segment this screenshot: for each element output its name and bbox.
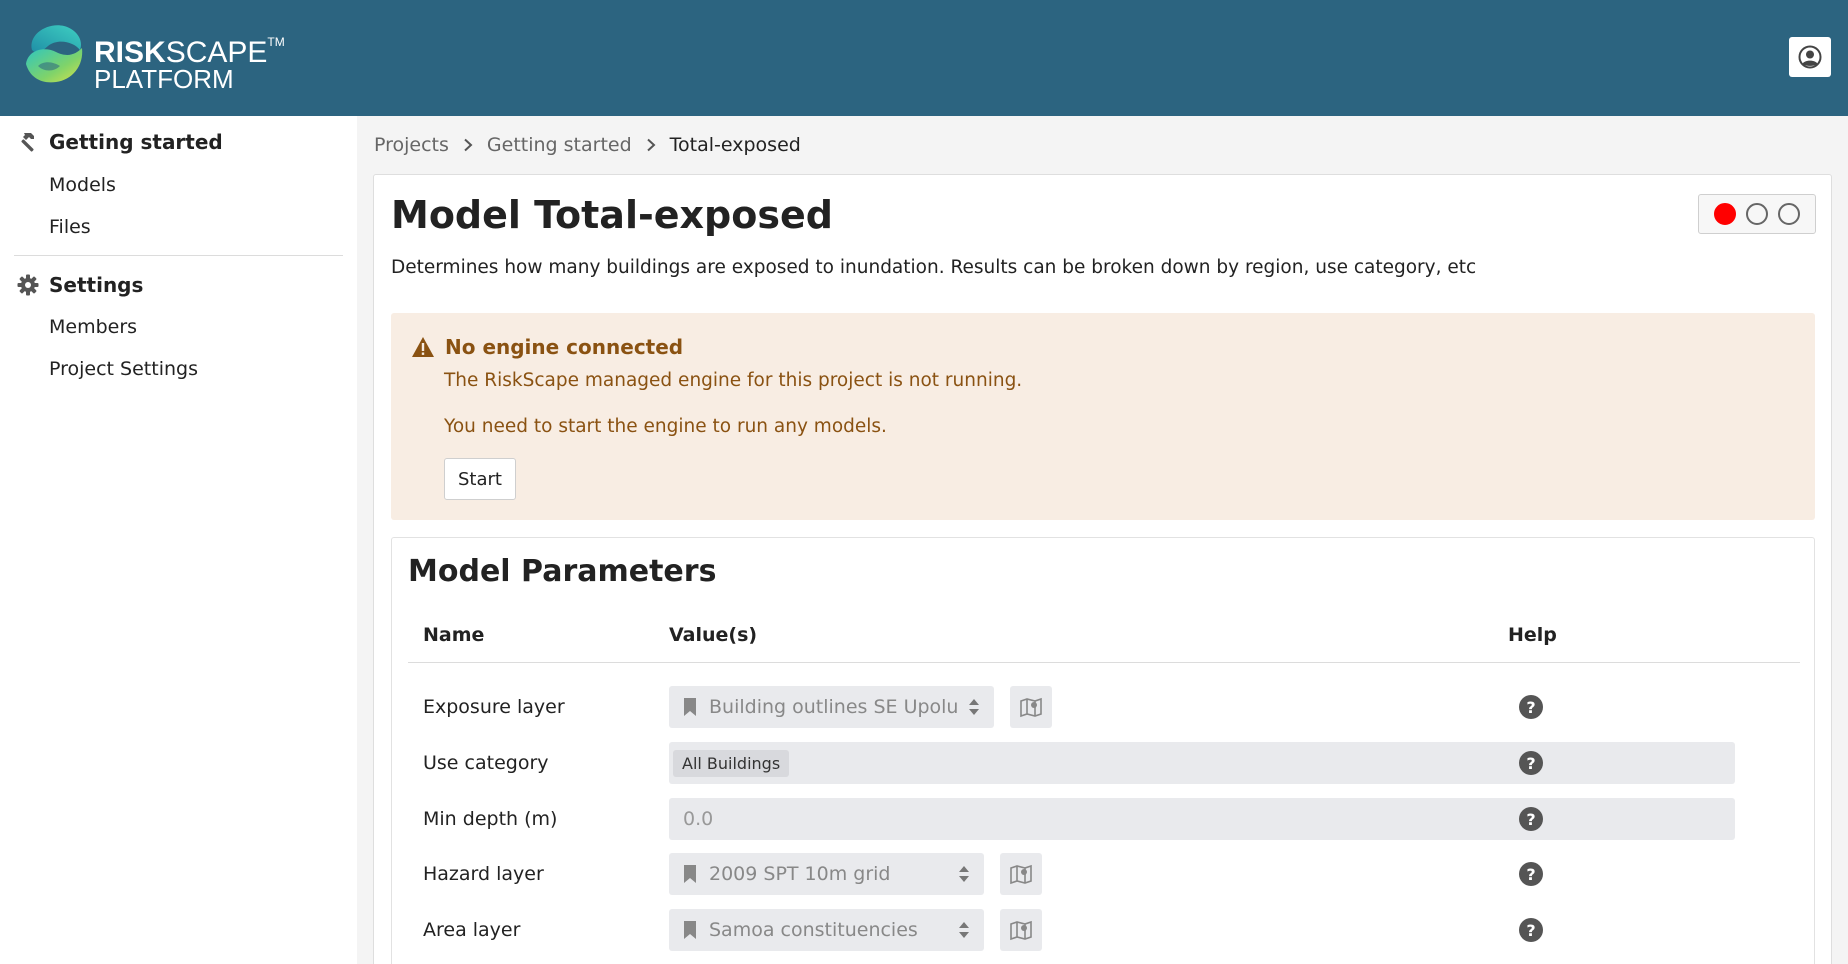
use-category-field[interactable]: All Buildings	[669, 742, 1735, 784]
breadcrumb: Projects Getting started Total-exposed	[374, 134, 801, 156]
sidebar-item-models[interactable]: Models	[49, 174, 116, 196]
status-dot-empty-icon	[1778, 203, 1800, 225]
help-icon[interactable]: ?	[1519, 918, 1543, 942]
bookmark-icon	[683, 920, 697, 940]
chevron-right-icon	[463, 138, 473, 152]
model-parameters-panel: Model Parameters Name Value(s) Help Expo…	[391, 537, 1815, 964]
warning-triangle-icon	[411, 336, 435, 358]
param-label-min-depth: Min depth (m)	[423, 808, 558, 830]
gear-icon	[15, 273, 41, 297]
header-divider	[408, 662, 1800, 663]
warning-message-1: The RiskScape managed engine for this pr…	[444, 370, 1023, 391]
model-card: Model Total-exposed Determines how many …	[373, 174, 1832, 964]
sidebar-section-label: Getting started	[49, 130, 223, 154]
min-depth-value: 0.0	[683, 808, 714, 830]
column-header-values: Value(s)	[669, 624, 758, 646]
sidebar-item-project-settings[interactable]: Project Settings	[49, 358, 198, 380]
top-header: RISKSCAPETM PLATFORM	[0, 0, 1848, 116]
sidebar-divider	[14, 255, 343, 256]
sidebar-section-getting-started[interactable]: Getting started	[15, 130, 223, 154]
area-layer-select[interactable]: Samoa constituencies	[669, 909, 984, 951]
status-dot-empty-icon	[1746, 203, 1768, 225]
use-category-tag[interactable]: All Buildings	[673, 749, 790, 777]
chevron-right-icon	[646, 138, 656, 152]
help-icon[interactable]: ?	[1519, 695, 1543, 719]
breadcrumb-getting-started[interactable]: Getting started	[487, 134, 632, 156]
riskscape-logo-icon	[26, 25, 83, 83]
select-arrows-icon	[958, 864, 970, 884]
sidebar: Getting started Models Files Settings Me…	[0, 116, 357, 964]
user-circle-icon	[1798, 45, 1822, 69]
column-header-name: Name	[423, 624, 485, 646]
area-map-button[interactable]	[1000, 909, 1042, 951]
page-title: Model Total-exposed	[391, 193, 833, 237]
help-icon[interactable]: ?	[1519, 751, 1543, 775]
engine-warning-alert: No engine connected The RiskScape manage…	[391, 313, 1815, 520]
map-location-icon	[1020, 697, 1042, 718]
select-arrows-icon	[968, 697, 980, 717]
warning-title: No engine connected	[411, 335, 683, 359]
exposure-map-button[interactable]	[1010, 686, 1052, 728]
map-location-icon	[1010, 920, 1032, 941]
hazard-layer-value: 2009 SPT 10m grid	[709, 863, 891, 885]
model-description: Determines how many buildings are expose…	[391, 257, 1477, 278]
brand-tm: TM	[267, 35, 285, 49]
param-label-exposure-layer: Exposure layer	[423, 696, 565, 718]
bookmark-icon	[683, 697, 697, 717]
user-account-button[interactable]	[1789, 37, 1831, 77]
brand-wordmark: RISKSCAPETM PLATFORM	[94, 35, 285, 94]
help-icon[interactable]: ?	[1519, 862, 1543, 886]
sidebar-item-files[interactable]: Files	[49, 216, 91, 238]
params-title: Model Parameters	[408, 554, 717, 589]
breadcrumb-current: Total-exposed	[669, 134, 801, 156]
param-label-use-category: Use category	[423, 752, 549, 774]
sidebar-section-settings[interactable]: Settings	[15, 273, 143, 297]
select-arrows-icon	[958, 920, 970, 940]
warning-title-text: No engine connected	[445, 335, 684, 359]
bookmark-icon	[683, 864, 697, 884]
help-icon[interactable]: ?	[1519, 807, 1543, 831]
area-layer-value: Samoa constituencies	[709, 919, 918, 941]
brand-platform: PLATFORM	[94, 64, 234, 94]
param-label-hazard-layer: Hazard layer	[423, 863, 544, 885]
exposure-layer-value: Building outlines SE Upolu	[709, 696, 959, 718]
sidebar-item-members[interactable]: Members	[49, 316, 137, 338]
sidebar-section-label: Settings	[49, 273, 144, 297]
map-location-icon	[1010, 864, 1032, 885]
hazard-layer-select[interactable]: 2009 SPT 10m grid	[669, 853, 984, 895]
hazard-map-button[interactable]	[1000, 853, 1042, 895]
breadcrumb-projects[interactable]: Projects	[374, 134, 449, 156]
engine-status-indicator	[1698, 194, 1816, 234]
warning-message-2: You need to start the engine to run any …	[444, 416, 887, 437]
column-header-help: Help	[1508, 624, 1557, 646]
hammer-icon	[15, 130, 41, 154]
exposure-layer-select[interactable]: Building outlines SE Upolu	[669, 686, 994, 728]
param-label-area-layer: Area layer	[423, 919, 521, 941]
status-dot-red-icon	[1714, 203, 1736, 225]
start-engine-button[interactable]: Start	[444, 458, 516, 500]
min-depth-input[interactable]: 0.0	[669, 798, 1735, 840]
